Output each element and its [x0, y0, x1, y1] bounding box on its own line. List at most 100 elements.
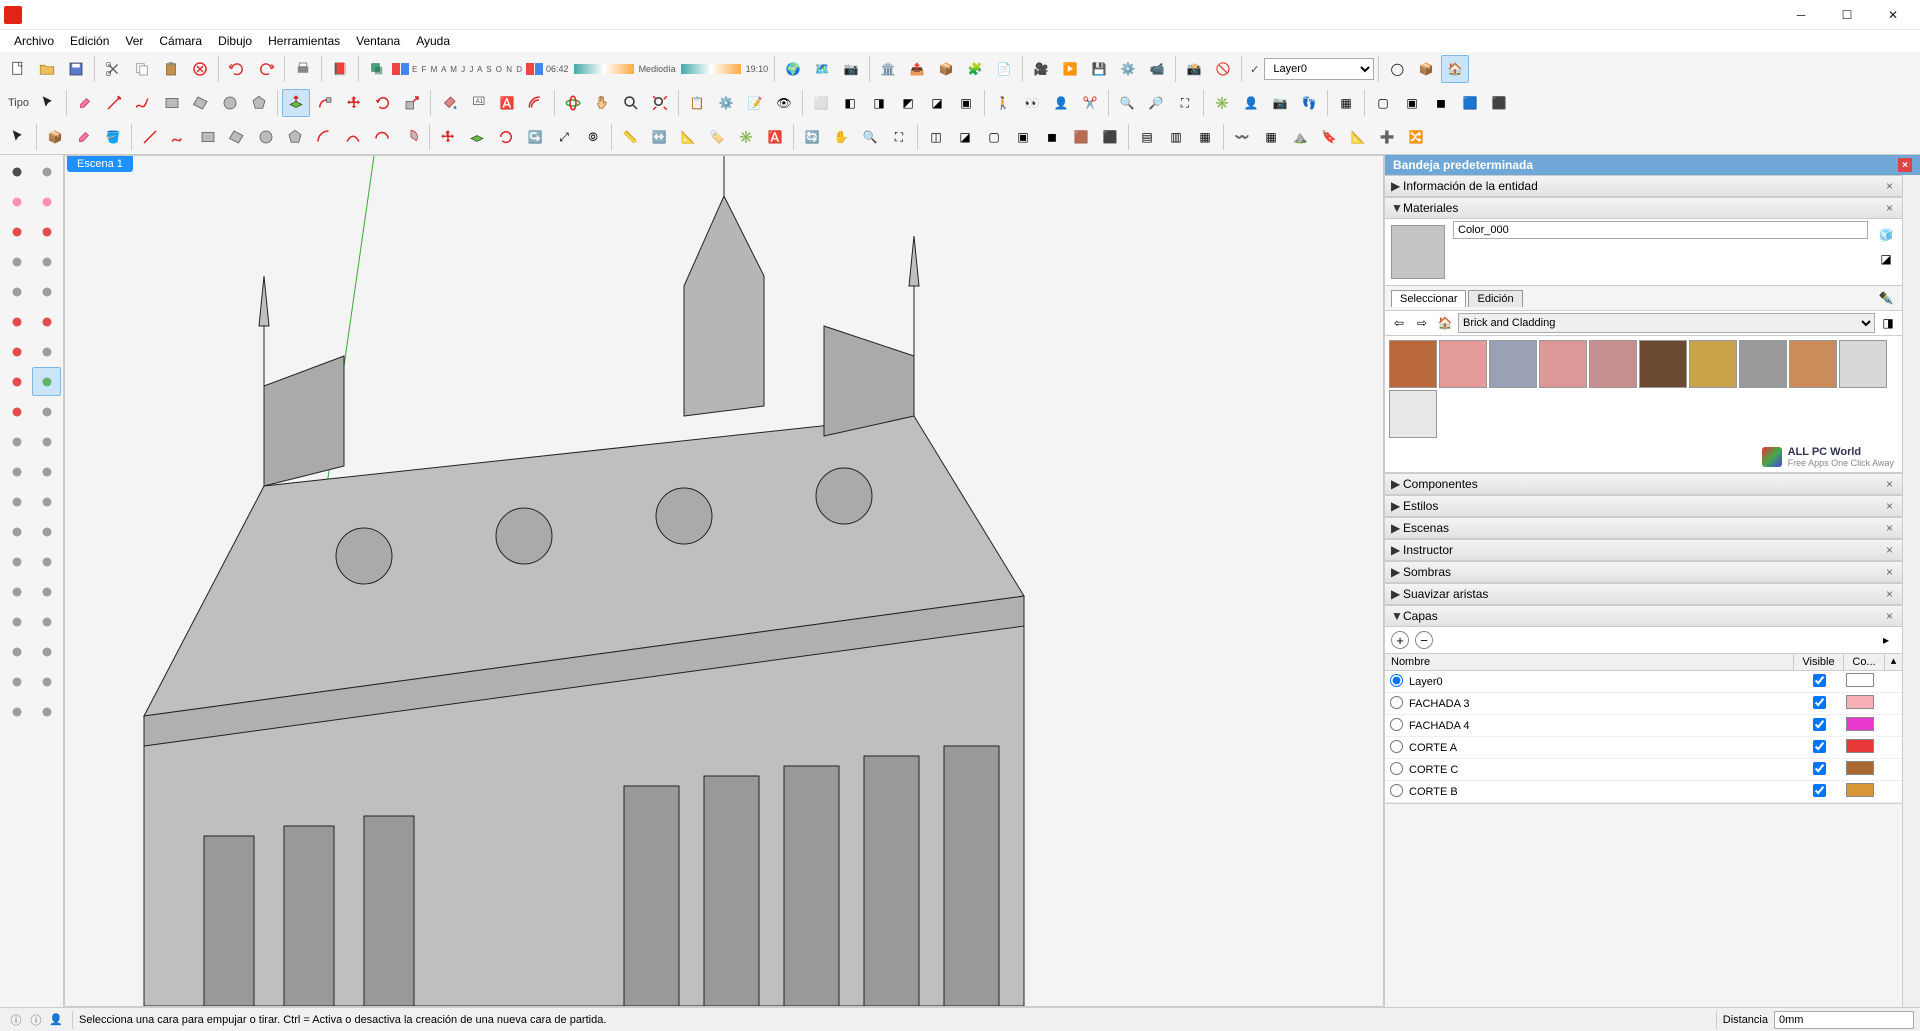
section-display-button[interactable]: ▦: [1332, 89, 1360, 117]
material-swatch[interactable]: [1589, 340, 1637, 388]
select-tool[interactable]: [34, 89, 62, 117]
freehand-tool-2[interactable]: [165, 123, 193, 151]
line-tool[interactable]: [2, 217, 31, 246]
backedges-button[interactable]: ◪: [951, 123, 979, 151]
pie-tool[interactable]: [397, 123, 425, 151]
panel-layers[interactable]: ▼Capas×: [1385, 605, 1902, 627]
component-attributes-button[interactable]: 📝: [741, 89, 769, 117]
scene-tab[interactable]: Escena 1: [67, 156, 133, 172]
zoom-all-tool[interactable]: ⛶: [1171, 89, 1199, 117]
offset-tool-2[interactable]: ⦾: [579, 123, 607, 151]
material-swatch[interactable]: [1639, 340, 1687, 388]
section-display-tool[interactable]: ▥: [1162, 123, 1190, 151]
layers-menu-button[interactable]: ▸: [1876, 630, 1896, 650]
help-icon[interactable]: ⓘ: [6, 1010, 26, 1030]
minimize-button[interactable]: ─: [1778, 0, 1824, 30]
pushpull-tool-2[interactable]: [463, 123, 491, 151]
material-category-select[interactable]: Brick and Cladding: [1458, 313, 1875, 333]
footprints-tool[interactable]: [2, 697, 31, 726]
arc3-tool[interactable]: [2, 337, 31, 366]
layer-visible-checkbox[interactable]: [1813, 674, 1826, 687]
redo-button[interactable]: [252, 55, 280, 83]
camera-icon[interactable]: 📷: [1266, 89, 1294, 117]
rotate-tool-2[interactable]: [492, 123, 520, 151]
menu-archivo[interactable]: Archivo: [6, 32, 62, 50]
panel-scenes[interactable]: ▶Escenas×: [1385, 517, 1902, 539]
outliner-button[interactable]: 📋: [683, 89, 711, 117]
pie-tool[interactable]: [32, 337, 61, 366]
layer-row[interactable]: CORTE C: [1385, 759, 1902, 781]
offset-tool[interactable]: [32, 427, 61, 456]
rot-rect-tool[interactable]: [32, 247, 61, 276]
layer-row[interactable]: Layer0: [1385, 671, 1902, 693]
layer-visible-checkbox[interactable]: [1813, 784, 1826, 797]
pan-tool[interactable]: [32, 547, 61, 576]
polygon-tool-2[interactable]: [281, 123, 309, 151]
line-tool-2[interactable]: [136, 123, 164, 151]
create-material-button[interactable]: 🧊: [1876, 225, 1896, 245]
text-tool[interactable]: [32, 487, 61, 516]
layer-row[interactable]: FACHADA 4: [1385, 715, 1902, 737]
style-mono-button[interactable]: ⬛: [1485, 89, 1513, 117]
tape-tool[interactable]: [2, 457, 31, 486]
pushpull-tool[interactable]: [282, 89, 310, 117]
arc-tool[interactable]: [310, 123, 338, 151]
print-button[interactable]: [289, 55, 317, 83]
3d-text-tool-2[interactable]: 🅰️: [761, 123, 789, 151]
home-button[interactable]: 🏠: [1435, 313, 1455, 333]
text-tool-2[interactable]: 🏷️: [703, 123, 731, 151]
zoom-extents-2[interactable]: ⛶: [885, 123, 913, 151]
sandbox-from-scratch[interactable]: ▦: [1257, 123, 1285, 151]
panel-components[interactable]: ▶Componentes×: [1385, 473, 1902, 495]
material-swatch[interactable]: [1839, 340, 1887, 388]
sandbox-flip-edge[interactable]: 🔀: [1402, 123, 1430, 151]
panel-instructor[interactable]: ▶Instructor×: [1385, 539, 1902, 561]
material-swatch[interactable]: [1389, 390, 1437, 438]
extension-warehouse-button[interactable]: 🧩: [961, 55, 989, 83]
paint-tool-2[interactable]: 🪣: [99, 123, 127, 151]
undo-button[interactable]: [223, 55, 251, 83]
freehand-tool[interactable]: [129, 89, 157, 117]
select-tool-2[interactable]: [4, 123, 32, 151]
zoom-tool[interactable]: [2, 577, 31, 606]
photo-match-button[interactable]: 📸: [1180, 55, 1208, 83]
section-plane-tool[interactable]: ▤: [1133, 123, 1161, 151]
menu-cámara[interactable]: Cámara: [151, 32, 210, 50]
rect-tool[interactable]: [2, 247, 31, 276]
material-swatch[interactable]: [1439, 340, 1487, 388]
style-shaded-button[interactable]: ◼: [1427, 89, 1455, 117]
video-settings-button[interactable]: ⚙️: [1114, 55, 1142, 83]
layer-active-radio[interactable]: [1390, 740, 1403, 753]
section-plane-button[interactable]: ✂️: [1076, 89, 1104, 117]
warehouse-share-button[interactable]: 📤: [903, 55, 931, 83]
followme-tool[interactable]: [311, 89, 339, 117]
person-icon[interactable]: 👤: [1237, 89, 1265, 117]
component-options-button[interactable]: ⚙️: [712, 89, 740, 117]
photo-match-stop-button[interactable]: 🚫: [1209, 55, 1237, 83]
freehand-tool[interactable]: [32, 217, 61, 246]
material-swatch[interactable]: [1389, 340, 1437, 388]
menu-ver[interactable]: Ver: [117, 32, 151, 50]
solid-outer-button[interactable]: ▣: [952, 89, 980, 117]
add-layer-button[interactable]: +: [1391, 631, 1409, 649]
eye-tool[interactable]: [32, 667, 61, 696]
viewport[interactable]: Escena 1: [64, 155, 1384, 1007]
panel-close-icon[interactable]: ×: [1883, 201, 1896, 215]
back-button[interactable]: ⇦: [1389, 313, 1409, 333]
sort-up-icon[interactable]: ▴: [1884, 654, 1902, 670]
arc-3pt-tool[interactable]: [368, 123, 396, 151]
iso-button[interactable]: 📦: [1412, 55, 1440, 83]
zoom-tool[interactable]: [617, 89, 645, 117]
layer-color-swatch[interactable]: [1846, 761, 1874, 775]
eraser-tool[interactable]: [71, 89, 99, 117]
shaded-textures-button[interactable]: 🟫: [1067, 123, 1095, 151]
close-button[interactable]: ✕: [1870, 0, 1916, 30]
3dtext-tool[interactable]: [32, 517, 61, 546]
save-button[interactable]: [62, 55, 90, 83]
panel-shadows[interactable]: ▶Sombras×: [1385, 561, 1902, 583]
model-info-button[interactable]: 📕: [326, 55, 354, 83]
menu-edición[interactable]: Edición: [62, 32, 117, 50]
solid-split-button[interactable]: ◪: [923, 89, 951, 117]
polygon-tool[interactable]: [32, 277, 61, 306]
new-file-button[interactable]: [4, 55, 32, 83]
